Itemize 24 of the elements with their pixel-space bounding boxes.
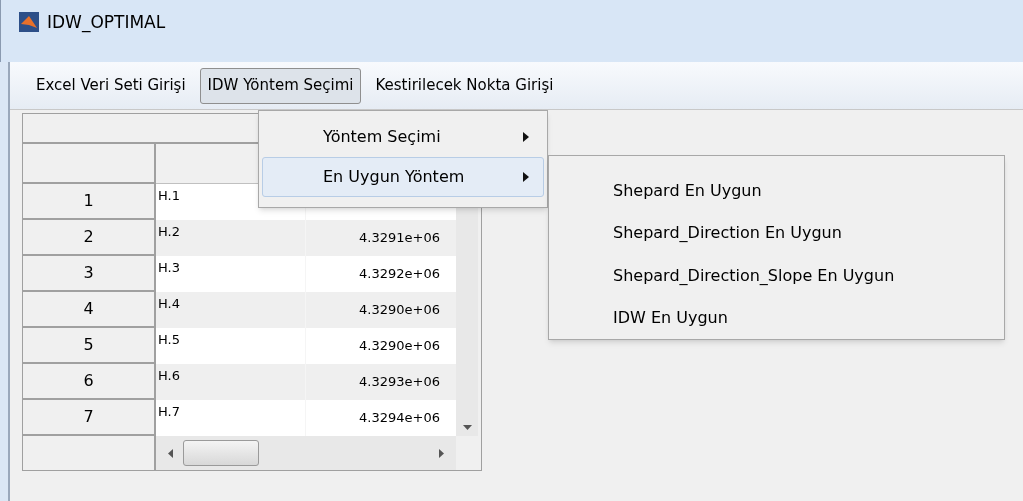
table-cell-text: 4.3290e+06 (359, 301, 440, 320)
menu-item[interactable]: Shepard En Uygun (613, 170, 1004, 213)
table-cell-text: 4.3291e+06 (359, 229, 440, 248)
menu-item[interactable]: En Uygun Yöntem (262, 157, 544, 197)
table-cell-text: 4.3294e+06 (359, 409, 440, 428)
submenu-arrow-icon (523, 132, 529, 142)
horizontal-scrollbar[interactable] (156, 436, 456, 470)
menu-item[interactable]: IDW En Uygun (613, 296, 1004, 339)
left-arrow-icon[interactable] (168, 448, 173, 458)
app-icon (19, 12, 39, 32)
down-arrow-icon[interactable] (462, 425, 472, 430)
submenu-arrow-icon (523, 172, 529, 182)
table-cell-text: 4.3292e+06 (359, 265, 440, 284)
table-cell-text: 4.3293e+06 (359, 373, 440, 392)
right-arrow-icon[interactable] (439, 448, 444, 458)
menu-item[interactable]: Shepard_Direction En Uygun (613, 212, 1004, 255)
scroll-thumb[interactable] (183, 440, 259, 466)
menu-item[interactable]: Kestirilecek Nokta Girişi (367, 67, 562, 104)
menu-item[interactable]: Yöntem Seçimi (262, 117, 544, 157)
menu-item[interactable]: IDW Yöntem Seçimi (199, 67, 362, 104)
table-cell-text: 4.3290e+06 (359, 337, 440, 356)
menu-item[interactable]: Shepard_Direction_Slope En Uygun (613, 254, 1004, 297)
menu-item[interactable]: Excel Veri Seti Girişi (28, 67, 194, 104)
window-title: IDW_OPTIMAL (47, 11, 166, 35)
